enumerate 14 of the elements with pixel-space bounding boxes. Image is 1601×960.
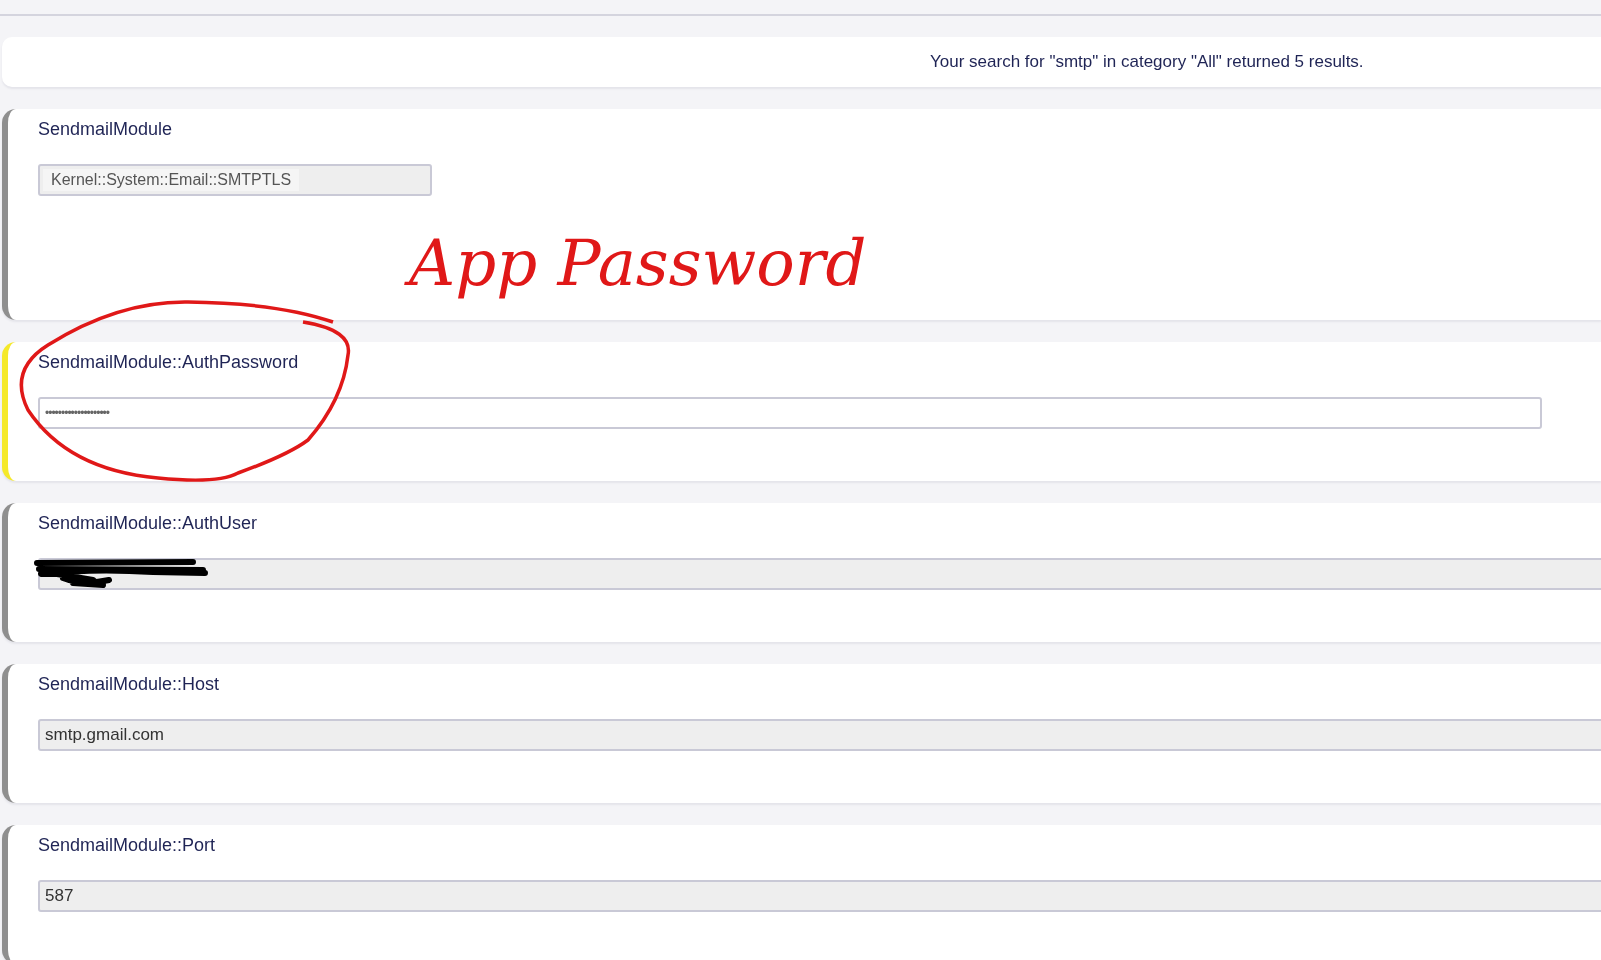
input-field[interactable]: 587	[38, 880, 1601, 912]
password-field[interactable]: ••••••••••••••••••••	[38, 397, 1542, 429]
handwritten-annotation: App Password	[405, 220, 881, 307]
field-value: ••••••••••••••••••••	[45, 406, 110, 420]
setting-name[interactable]: SendmailModule::Port	[38, 835, 216, 856]
setting-name[interactable]: SendmailModule::AuthUser	[38, 513, 258, 534]
input-field[interactable]: smtp.gmail.com	[38, 719, 1601, 751]
setting-name[interactable]: SendmailModule::Host	[38, 674, 220, 695]
setting-name[interactable]: SendmailModule	[38, 119, 173, 140]
field-value: 587	[45, 886, 74, 906]
setting-name[interactable]: SendmailModule::AuthPassword	[38, 352, 299, 373]
select-field[interactable]: Kernel::System::Email::SMTPTLS	[38, 164, 432, 196]
search-summary-text: Your search for "smtp" in category "All" returned 5 results.	[930, 52, 1364, 72]
field-value: smtp.gmail.com	[45, 725, 165, 745]
